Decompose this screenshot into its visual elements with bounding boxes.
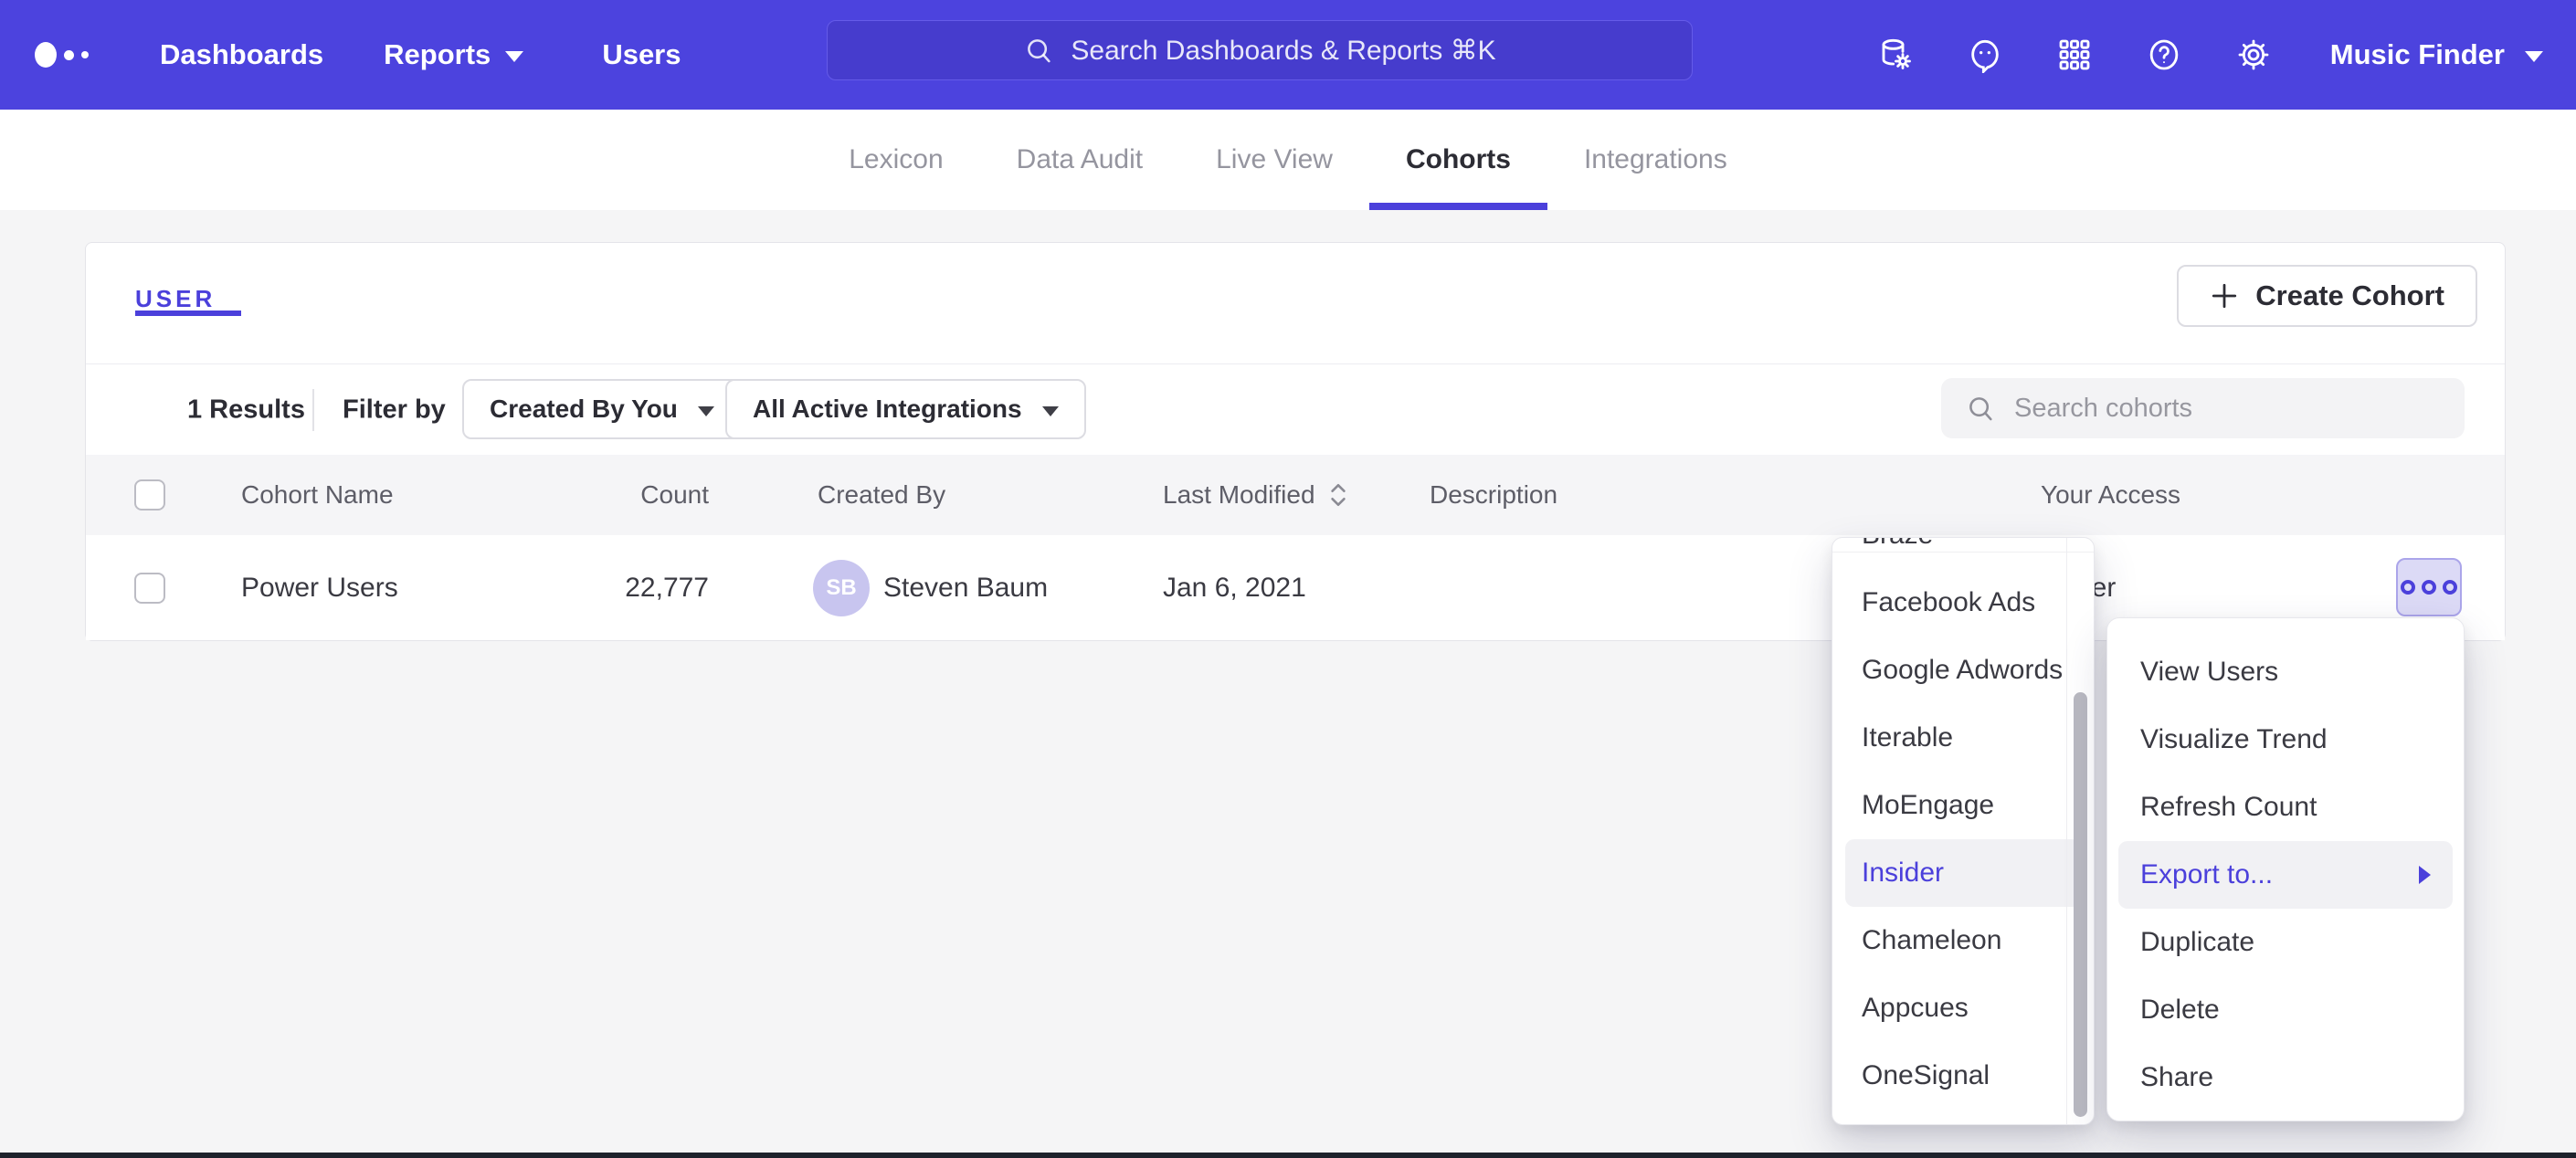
tab-user-cohorts[interactable]: USER (135, 285, 216, 313)
window-bottom-edge (0, 1153, 2576, 1158)
export-targets-list: Braze Facebook Ads Google Adwords Iterab… (1832, 537, 2094, 1110)
cohort-search-field[interactable] (1941, 378, 2465, 438)
scrollbar-thumb[interactable] (2074, 692, 2087, 1117)
menu-item-moengage[interactable]: MoEngage (1832, 772, 2094, 839)
column-header-last-modified[interactable]: Last Modified (1163, 480, 1348, 510)
global-search-placeholder: Search Dashboards & Reports ⌘K (1071, 35, 1495, 67)
create-cohort-button[interactable]: Create Cohort (2177, 265, 2477, 327)
nav-item-dashboards[interactable]: Dashboards (160, 38, 323, 71)
row-checkbox[interactable] (134, 573, 165, 604)
menu-item-delete[interactable]: Delete (2107, 976, 2464, 1044)
menu-item-appcues[interactable]: Appcues (1832, 974, 2094, 1042)
apps-grid-icon[interactable] (2056, 37, 2093, 73)
workspace-switcher[interactable]: Music Finder (2330, 38, 2543, 71)
menu-item-onesignal[interactable]: OneSignal (1832, 1042, 2094, 1110)
top-navbar: Dashboards Reports Users Search Dashboar… (0, 0, 2576, 110)
dot-icon (2443, 580, 2457, 595)
workspace-name: Music Finder (2330, 38, 2505, 71)
plus-icon (2210, 281, 2239, 311)
column-header-your-access[interactable]: Your Access (2041, 480, 2180, 510)
filter-bar: 1 Results Filter by Created By You All A… (86, 364, 2505, 455)
menu-item-share[interactable]: Share (2107, 1044, 2464, 1111)
column-header-description[interactable]: Description (1430, 480, 1557, 510)
active-tab-underline (135, 311, 241, 316)
cohort-name-link[interactable]: Power Users (241, 573, 398, 604)
cohort-count: 22,777 (543, 573, 709, 604)
search-icon (1965, 393, 1996, 424)
chevron-down-icon (505, 51, 523, 62)
data-management-icon[interactable] (1877, 37, 1914, 73)
menu-item-braze[interactable]: Braze (1832, 537, 2094, 569)
dot-icon (2422, 580, 2436, 595)
row-actions-button[interactable] (2396, 558, 2462, 616)
tab-integrations[interactable]: Integrations (1547, 110, 1764, 210)
menu-item-duplicate[interactable]: Duplicate (2107, 909, 2464, 976)
menu-item-facebook-ads[interactable]: Facebook Ads (1832, 569, 2094, 637)
filter-by-label: Filter by (343, 395, 446, 425)
submenu-arrow-icon (2419, 866, 2431, 884)
chevron-down-icon (2525, 51, 2543, 62)
tab-lexicon[interactable]: Lexicon (812, 110, 979, 210)
help-icon[interactable] (2146, 37, 2182, 73)
created-by-name: Steven Baum (883, 573, 1048, 604)
tab-data-audit[interactable]: Data Audit (980, 110, 1179, 210)
menu-item-google-adwords[interactable]: Google Adwords (1832, 637, 2094, 704)
dot-icon (2401, 580, 2415, 595)
feedback-icon[interactable] (1967, 37, 2003, 73)
results-count: 1 Results (187, 395, 305, 425)
menu-item-iterable[interactable]: Iterable (1832, 704, 2094, 772)
menu-item-refresh-count[interactable]: Refresh Count (2107, 774, 2464, 841)
column-header-created-by[interactable]: Created By (818, 480, 945, 510)
select-all-checkbox[interactable] (134, 479, 165, 511)
last-modified-date: Jan 6, 2021 (1163, 573, 1306, 604)
logo-dot (35, 42, 57, 68)
logo-dot (64, 50, 74, 60)
cohort-actions-menu: View Users Visualize Trend Refresh Count… (2106, 617, 2465, 1121)
menu-item-insider[interactable]: Insider (1845, 839, 2081, 907)
export-targets-menu: Braze Facebook Ads Google Adwords Iterab… (1832, 537, 2095, 1125)
cohorts-panel: USER Create Cohort 1 Results Filter by C… (85, 242, 2506, 641)
column-header-cohort-name[interactable]: Cohort Name (241, 480, 394, 510)
menu-item-visualize-trend[interactable]: Visualize Trend (2107, 706, 2464, 774)
search-icon (1023, 35, 1054, 66)
cohort-search-input[interactable] (2014, 394, 2441, 424)
nav-item-reports[interactable]: Reports (384, 38, 523, 71)
navbar-right-actions: Music Finder (1877, 0, 2576, 110)
scroll-edge-divider (1832, 552, 2094, 553)
sort-icon (1328, 481, 1348, 509)
section-tabs: Lexicon Data Audit Live View Cohorts Int… (0, 110, 2576, 210)
divider (312, 389, 314, 431)
cohort-type-header: USER Create Cohort (86, 243, 2505, 364)
menu-item-chameleon[interactable]: Chameleon (1832, 907, 2094, 974)
nav-item-users[interactable]: Users (602, 38, 681, 71)
menu-item-view-users[interactable]: View Users (2107, 638, 2464, 706)
settings-gear-icon[interactable] (2235, 37, 2272, 73)
column-header-count[interactable]: Count (543, 480, 709, 510)
chevron-down-icon (1042, 406, 1059, 416)
table-header-row: Cohort Name Count Created By Last Modifi… (86, 455, 2505, 535)
scrollbar-track (2066, 538, 2067, 1124)
integrations-filter-dropdown[interactable]: All Active Integrations (725, 379, 1086, 439)
menu-item-export-to[interactable]: Export to... (2118, 841, 2453, 909)
logo-dot (81, 51, 89, 58)
tab-cohorts[interactable]: Cohorts (1369, 110, 1547, 210)
tab-live-view[interactable]: Live View (1179, 110, 1369, 210)
global-search-input[interactable]: Search Dashboards & Reports ⌘K (827, 20, 1693, 80)
created-by-filter-dropdown[interactable]: Created By You (462, 379, 742, 439)
chevron-down-icon (698, 406, 714, 416)
avatar: SB (813, 560, 870, 616)
mixpanel-logo-icon[interactable] (35, 42, 89, 68)
